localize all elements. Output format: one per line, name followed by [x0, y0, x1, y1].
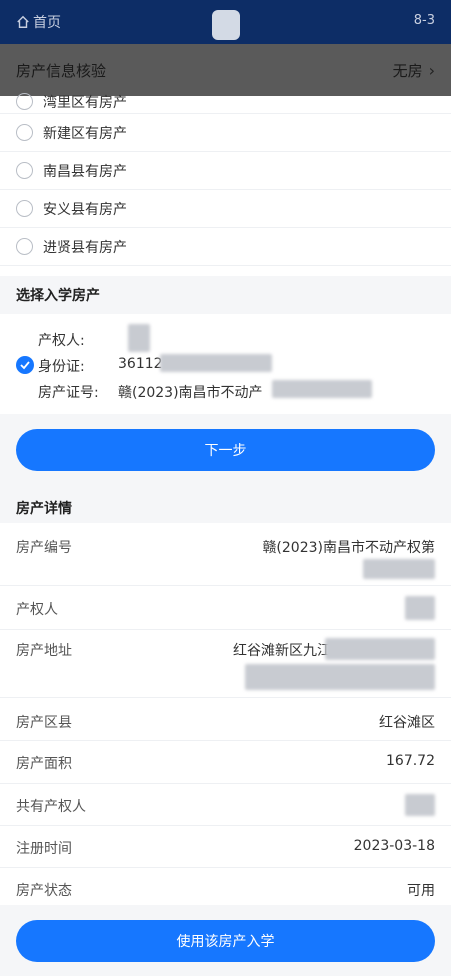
select-property-section: 选择入学房产 [0, 276, 451, 314]
detail-row: 注册时间 2023-03-18 [0, 826, 451, 868]
district-radio-list: 湾里区有房产 新建区有房产 南昌县有房产 安义县有房产 进贤县有房产 [0, 93, 451, 266]
redacted-id [160, 354, 272, 372]
redacted-detail [245, 664, 435, 690]
detail-value: 2023-03-18 [353, 838, 435, 854]
redacted-cert [272, 380, 372, 398]
detail-value: 红谷滩新区九江 [233, 643, 331, 659]
property-verify-row[interactable]: 房产信息核验 无房 › [0, 44, 451, 96]
radio-option-wanli[interactable]: 湾里区有房产 [0, 90, 451, 114]
radio-label: 安义县有房产 [43, 201, 127, 218]
detail-row: 共有产权人 [0, 784, 451, 826]
radio-circle-icon [16, 124, 33, 141]
top-navigation-bar: 首页 8-3 [0, 0, 451, 44]
detail-label: 房产编号 [16, 540, 72, 556]
detail-label: 房产地址 [16, 643, 72, 659]
section-title: 选择入学房产 [0, 276, 451, 314]
radio-option-xinjian[interactable]: 新建区有房产 [0, 114, 451, 152]
version-label: 8-3 [413, 13, 435, 28]
redacted-owner [128, 324, 150, 352]
detail-row: 产权人 [0, 586, 451, 630]
detail-label: 房产面积 [16, 756, 72, 772]
details-section: 房产详情 [0, 492, 451, 523]
redacted-logo [212, 10, 240, 40]
redacted-detail [325, 638, 435, 660]
use-property-button[interactable]: 使用该房产入学 [16, 920, 435, 962]
cert-value: 赣(2023)南昌市不动产 [118, 385, 263, 401]
radio-circle-icon [16, 200, 33, 217]
radio-option-anyi[interactable]: 安义县有房产 [0, 190, 451, 228]
radio-label: 进贤县有房产 [43, 239, 127, 256]
radio-label: 南昌县有房产 [43, 163, 127, 180]
detail-row: 房产地址 红谷滩新区九江 [0, 630, 451, 698]
checkmark-icon[interactable] [16, 356, 34, 374]
detail-row: 房产编号 赣(2023)南昌市不动产权第 [0, 523, 451, 586]
detail-row: 房产状态 可用 [0, 868, 451, 908]
verify-label: 房产信息核验 [16, 61, 107, 80]
redacted-detail [405, 794, 435, 816]
detail-value: 红谷滩区 [379, 715, 435, 731]
radio-circle-icon [16, 238, 33, 255]
detail-value: 可用 [407, 883, 435, 899]
detail-label: 房产区县 [16, 715, 72, 731]
detail-value: 赣(2023)南昌市不动产权第 [262, 540, 435, 556]
detail-row: 房产区县 红谷滩区 [0, 698, 451, 741]
home-icon [17, 15, 29, 28]
details-list: 房产编号 赣(2023)南昌市不动产权第 产权人 房产地址 红谷滩新区九江 房产… [0, 523, 451, 908]
detail-label: 房产状态 [16, 883, 72, 899]
chevron-right-icon: › [428, 60, 435, 80]
radio-label: 新建区有房产 [43, 125, 127, 142]
radio-circle-icon [16, 93, 33, 110]
verify-value: 无房 [392, 61, 423, 80]
owner-label: 产权人: [38, 333, 85, 349]
redacted-detail [363, 559, 435, 579]
detail-value: 167.72 [386, 753, 435, 769]
detail-row: 房产面积 167.72 [0, 741, 451, 784]
cert-label: 房产证号: [38, 385, 99, 401]
property-card[interactable]: 产权人: 身份证: 36112 房产证号: 赣(2023)南昌市不动产 [0, 314, 451, 414]
detail-label: 共有产权人 [16, 799, 86, 815]
detail-label: 注册时间 [16, 841, 72, 857]
radio-circle-icon [16, 162, 33, 179]
details-title: 房产详情 [0, 492, 451, 523]
radio-option-nanchang[interactable]: 南昌县有房产 [0, 152, 451, 190]
home-link[interactable]: 首页 [16, 12, 61, 32]
detail-label: 产权人 [16, 602, 58, 618]
home-label: 首页 [33, 15, 61, 31]
radio-option-jinxian[interactable]: 进贤县有房产 [0, 228, 451, 266]
id-value: 36112 [118, 356, 163, 372]
redacted-detail [405, 596, 435, 620]
next-step-button[interactable]: 下一步 [16, 429, 435, 471]
id-label: 身份证: [38, 359, 85, 375]
radio-label: 湾里区有房产 [43, 94, 127, 111]
